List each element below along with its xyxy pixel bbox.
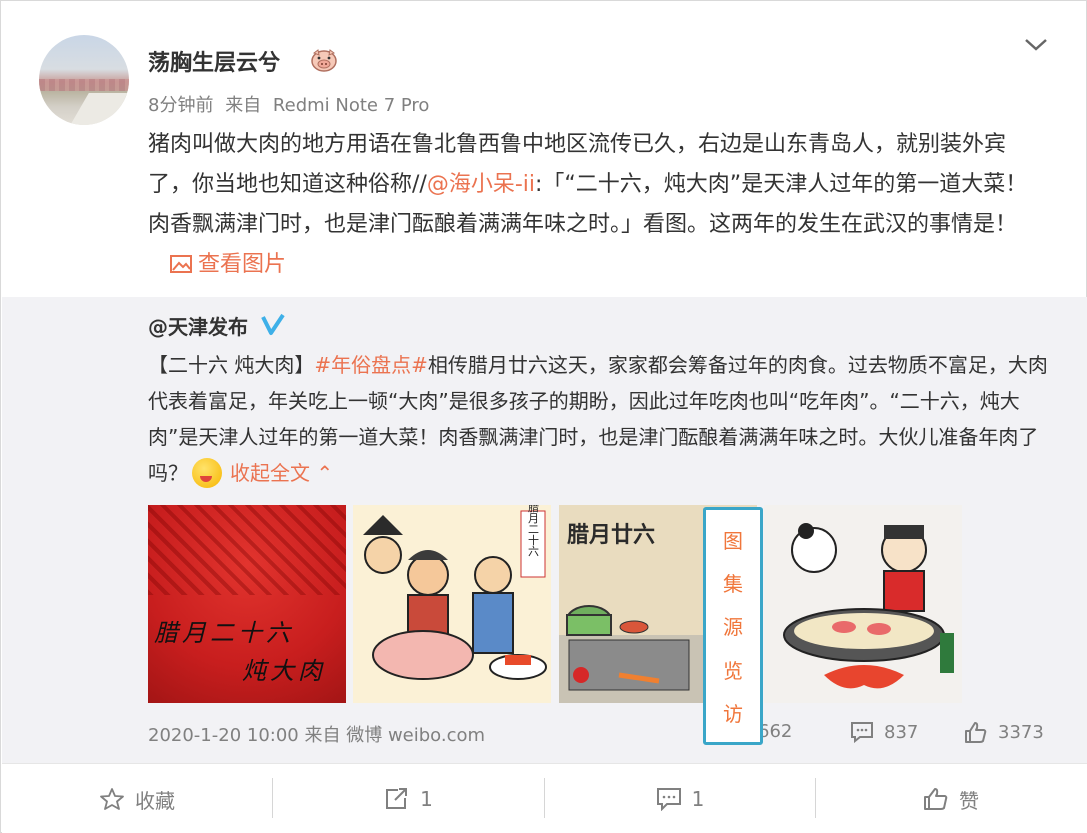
like-count-value: 3373: [998, 721, 1044, 743]
gallery-source-widget[interactable]: 图 集 源 览 访: [703, 507, 763, 745]
repost-text-prefix: 【二十六 炖大肉】: [148, 353, 315, 377]
widget-char-1: 图: [723, 529, 743, 554]
thumbs-up-icon: [965, 722, 987, 743]
repost-button-count: 1: [420, 787, 433, 811]
star-icon: [100, 788, 124, 810]
comment-button-count: 1: [691, 787, 705, 811]
repost-source-prefix: 来自: [304, 725, 341, 746]
avatar[interactable]: [39, 35, 129, 125]
hotpot-illustration-4: [783, 523, 954, 689]
comment-button[interactable]: 1: [545, 764, 815, 833]
repost-text: 【二十六 炖大肉】#年俗盘点#相传腊月廿六这天，家家都会筹备过年的肉食。过去物质…: [148, 347, 1048, 491]
comment-count-value: 837: [884, 721, 919, 743]
favorite-label: 收藏: [135, 788, 175, 813]
repost-button[interactable]: 1: [273, 764, 544, 833]
gallery-image-4[interactable]: [764, 505, 962, 703]
comment-count[interactable]: 837: [850, 721, 918, 743]
post-source-prefix: 来自: [225, 95, 262, 116]
favorite-button[interactable]: 收藏: [2, 764, 272, 833]
like-count[interactable]: 3373: [964, 721, 1044, 743]
widget-char-5: 访: [723, 701, 743, 726]
tongue-emoji-icon: [192, 458, 222, 488]
widget-char-2: 集: [723, 572, 743, 597]
chevron-down-icon[interactable]: [1021, 35, 1051, 55]
comment-icon: [656, 788, 681, 811]
cartoon-illustration-2: 腊月二十六: [363, 505, 547, 680]
image-caption-1a: 腊月二十六: [154, 619, 294, 647]
post-text: 猪肉叫做大肉的地方用语在鲁北鲁西鲁中地区流传已久，右边是山东青岛人，就别装外宾了…: [148, 125, 1048, 285]
pig-badge-icon: [311, 49, 337, 72]
repost-count-value: 662: [758, 721, 793, 742]
weibo-post-card: 荡胸生层云兮 8分钟前 来自 Redmi Note 7 Pro 猪肉叫做大肉的地…: [0, 0, 1087, 833]
collapse-text-link[interactable]: 收起全文 ⌃: [230, 461, 333, 485]
avatar-road: [69, 93, 129, 125]
widget-char-3: 源: [723, 615, 743, 640]
repost-count[interactable]: 662: [758, 721, 792, 742]
like-button[interactable]: 赞: [816, 764, 1086, 833]
view-picture-label: 查看图片: [198, 252, 287, 277]
hashtag-link[interactable]: #年俗盘点#: [314, 353, 428, 377]
thumbs-up-icon: [924, 788, 948, 810]
mention-link[interactable]: @海小呆-ii: [427, 172, 535, 197]
repost-author[interactable]: @天津发布: [148, 311, 248, 340]
widget-char-4: 览: [723, 658, 743, 683]
reposted-content: @天津发布 【二十六 炖大肉】#年俗盘点#相传腊月廿六这天，家家都会筹备过年的肉…: [2, 297, 1087, 763]
post-author-name[interactable]: 荡胸生层云兮: [148, 45, 280, 77]
picture-icon: [170, 255, 192, 273]
repost-date[interactable]: 2020-1-20 10:00: [148, 725, 299, 746]
avatar-trees: [39, 79, 129, 91]
comment-icon: [851, 722, 873, 743]
gallery-image-1[interactable]: 腊月二十六 炖大肉: [148, 505, 346, 703]
gallery-image-2[interactable]: 腊月二十六: [353, 505, 551, 703]
like-label: 赞: [959, 788, 979, 813]
image-caption-1b: 炖大肉: [242, 657, 326, 685]
post-meta: 8分钟前 来自 Redmi Note 7 Pro: [148, 91, 435, 117]
verified-v-icon: [261, 313, 285, 335]
image-caption-2: 腊月二十六: [527, 505, 540, 557]
action-bar: 收藏 1 1 赞: [2, 763, 1087, 833]
repost-icon: [386, 788, 408, 809]
post-source: Redmi Note 7 Pro: [272, 95, 430, 116]
image-pattern: [148, 505, 346, 595]
repost-meta: 2020-1-20 10:00 来自 微博 weibo.com: [148, 721, 485, 747]
repost-source: 微博 weibo.com: [346, 725, 486, 746]
view-picture-link[interactable]: 查看图片: [170, 252, 286, 277]
post-time[interactable]: 8分钟前: [148, 95, 213, 116]
